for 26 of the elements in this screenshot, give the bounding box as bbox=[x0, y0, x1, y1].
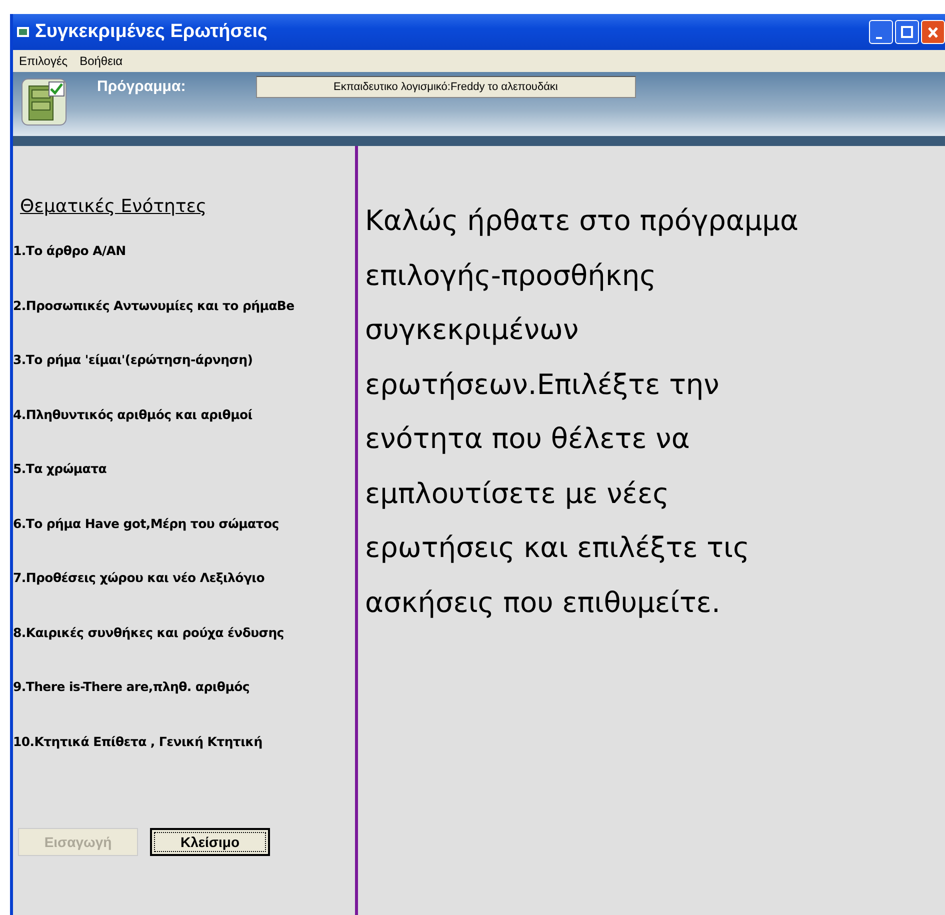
topic-item[interactable]: 4.Πληθυντικός αριθμός και αριθμοί bbox=[13, 406, 355, 461]
topic-item[interactable]: 1.Το άρθρο A/AN bbox=[13, 243, 355, 298]
topic-item[interactable]: 3.Το ρήμα 'είμαι'(ερώτηση-άρνηση) bbox=[13, 352, 355, 406]
window-icon bbox=[17, 27, 29, 37]
program-field: Εκπαιδευτικο λογισμικό:Freddy το αλεπουδάκι bbox=[256, 76, 636, 98]
topic-item[interactable]: 6.Το ρήμα Have got,Μέρη του σώματος bbox=[13, 516, 355, 570]
maximize-icon bbox=[901, 26, 913, 38]
minimize-button[interactable] bbox=[869, 20, 893, 44]
sidebar-heading: Θεματικές Ενότητες bbox=[20, 196, 208, 217]
topic-item[interactable]: 2.Προσωπικές Αντωνυμίες και το ρήμαBe bbox=[13, 298, 355, 352]
topic-item[interactable]: 8.Καιρικές συνθήκες και ρούχα ένδυσης bbox=[13, 624, 355, 679]
cabinet-icon bbox=[21, 78, 67, 126]
close-button[interactable] bbox=[921, 20, 945, 44]
menu-item[interactable]: Επιλογές bbox=[19, 54, 68, 68]
topic-item[interactable]: 10.Κτητικά Επίθετα , Γενική Κτητική bbox=[13, 734, 355, 788]
program-label: Πρόγραμμα: bbox=[97, 78, 186, 95]
topic-item[interactable]: 9.There is-There are,πληθ. αριθμός bbox=[13, 679, 355, 734]
window-title: Συγκεκριμένες Ερωτήσεις bbox=[35, 21, 268, 43]
menu-item[interactable]: Βοήθεια bbox=[80, 54, 123, 68]
maximize-button[interactable] bbox=[895, 20, 919, 44]
close-dialog-button[interactable]: Κλείσιμο bbox=[150, 828, 270, 856]
welcome-text: Καλώς ήρθατε στο πρόγραμμα επιλογής-προσθήκης συγκεκριμένων ερωτήσεων.Επιλέξτε την ενότητα που θέλετε να εμπλουτίσετε με νέες ερωτήσεις και επιλέξτε τις ασκήσεις που επιθυμείτε. bbox=[365, 203, 800, 620]
minimize-icon bbox=[876, 37, 882, 39]
close-icon bbox=[928, 26, 938, 38]
topic-item[interactable]: 7.Προθέσεις χώρου και νέο Λεξιλόγιο bbox=[13, 570, 355, 624]
topic-item[interactable]: 5.Τα χρώματα bbox=[13, 461, 355, 516]
